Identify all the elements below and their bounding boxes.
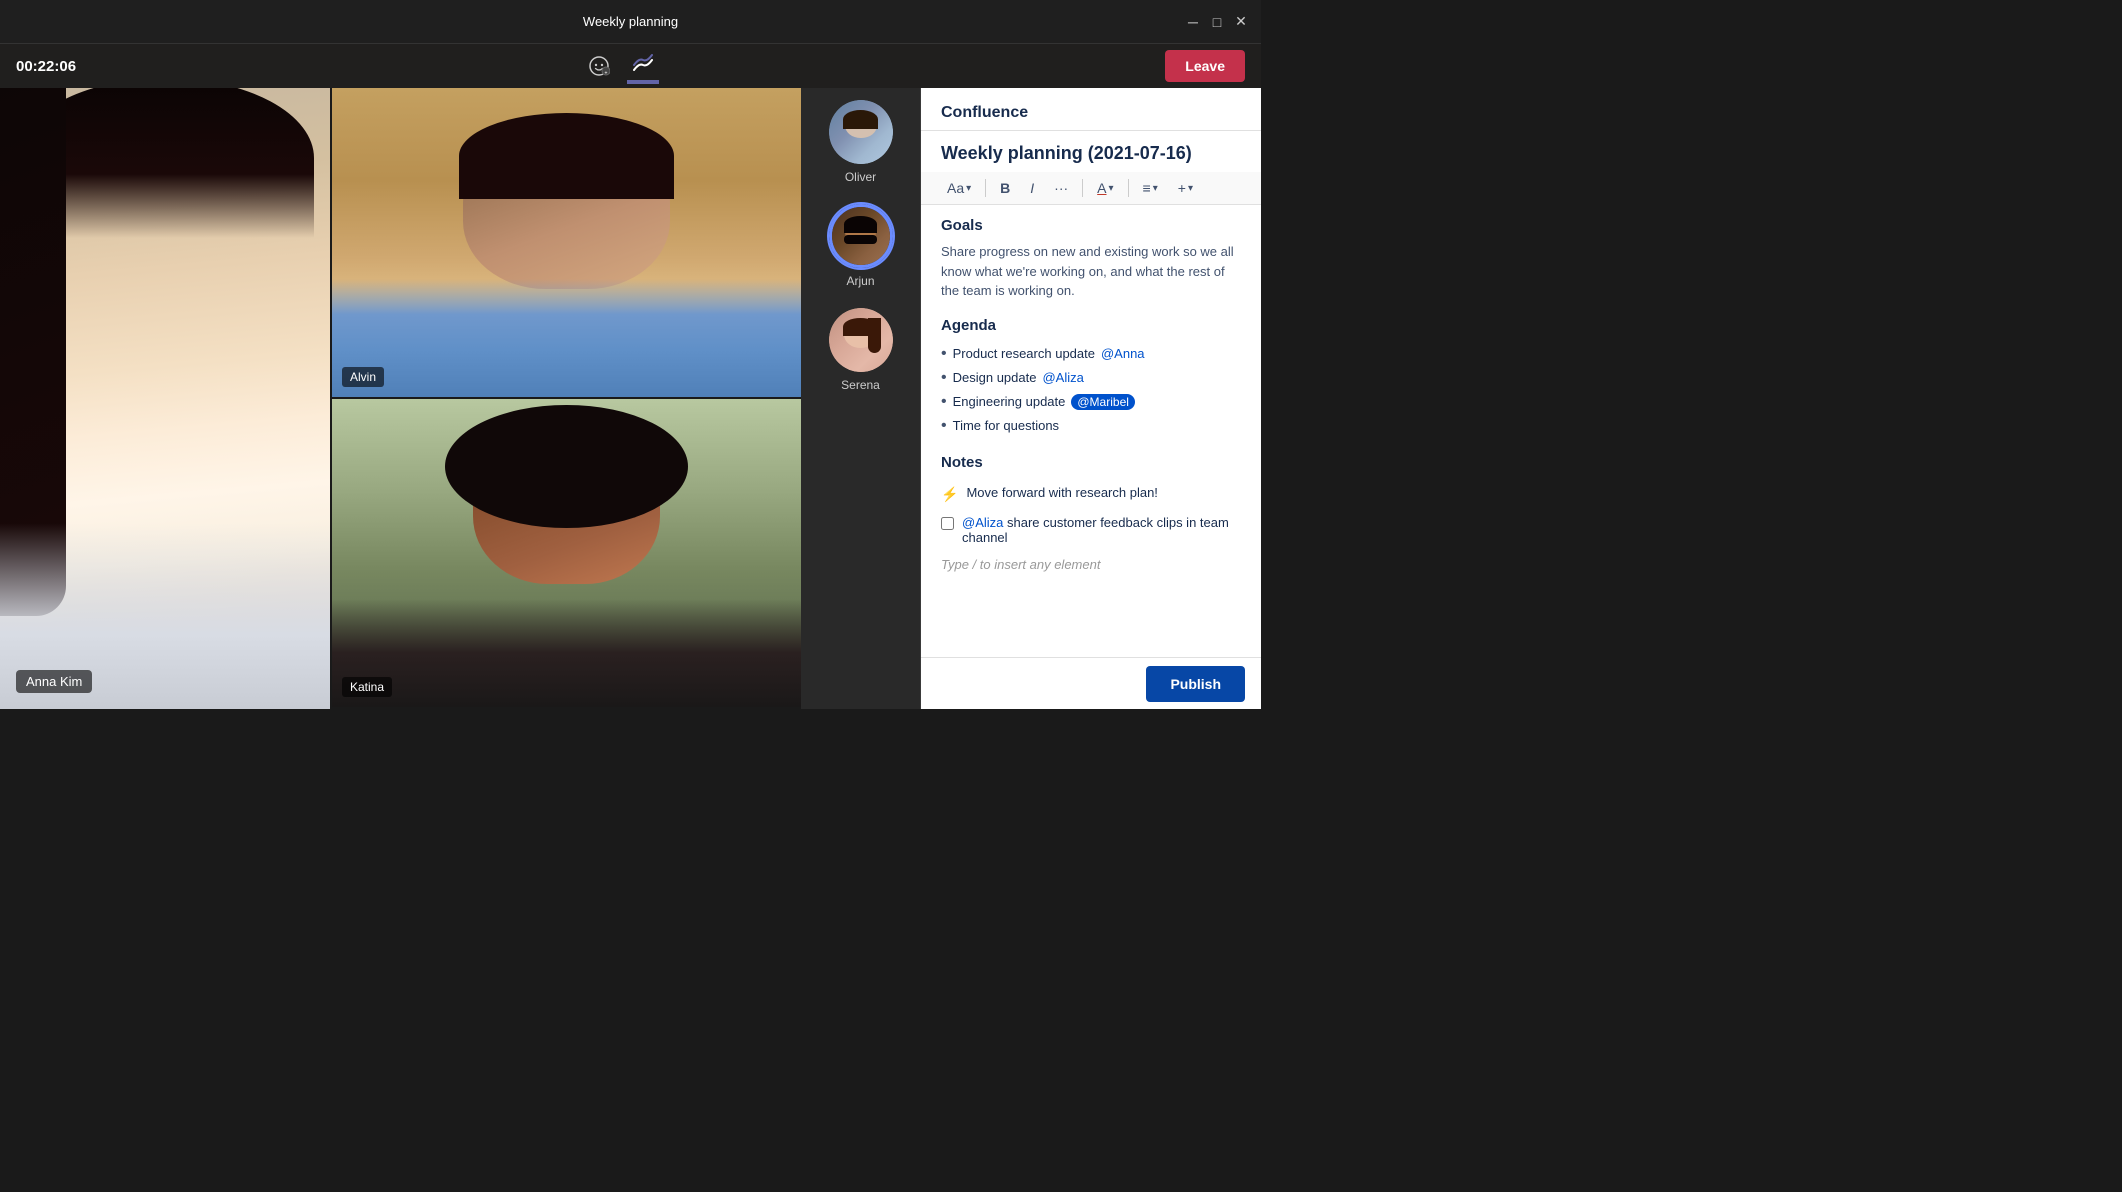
toolbar-divider-2	[1082, 179, 1083, 197]
type-placeholder[interactable]: Type / to insert any element	[941, 551, 1241, 578]
lightning-icon: ⚡	[941, 486, 958, 503]
agenda-list: Product research update @Anna Design upd…	[941, 342, 1241, 438]
avatar-serena	[829, 308, 893, 372]
window-controls: ─ □ ✕	[1185, 14, 1249, 30]
agenda-item-2: Design update @Aliza	[941, 366, 1241, 390]
italic-button[interactable]: I	[1024, 178, 1040, 198]
agenda-item-3-mention: @Maribel	[1071, 394, 1135, 410]
call-timer: 00:22:06	[16, 58, 76, 75]
insert-button[interactable]: + ▾	[1172, 178, 1199, 198]
toolbar-divider-3	[1128, 179, 1129, 197]
katina-name-tag: Katina	[342, 677, 392, 697]
svg-text:+: +	[604, 71, 607, 77]
font-size-button[interactable]: Aa ▾	[941, 178, 977, 198]
more-formatting-button[interactable]: ···	[1048, 178, 1074, 198]
confluence-bottom-bar: Publish	[921, 657, 1261, 709]
video-grid: Alvin Katina	[330, 88, 801, 709]
window-title: Weekly planning	[583, 14, 678, 29]
note-checkbox-2[interactable]	[941, 517, 954, 530]
anna-video: Anna Kim	[0, 88, 330, 709]
participants-sidebar: Oliver Arjun	[801, 88, 921, 709]
bold-button[interactable]: B	[994, 178, 1016, 198]
close-button[interactable]: ✕	[1233, 14, 1249, 30]
agenda-item-4: Time for questions	[941, 414, 1241, 438]
oliver-name: Oliver	[845, 170, 876, 184]
participant-serena: Serena	[829, 308, 893, 392]
agenda-item-3-text: Engineering update	[953, 394, 1066, 409]
note-item-1: ⚡ Move forward with research plan!	[941, 479, 1241, 509]
notes-title: Notes	[941, 454, 1241, 471]
top-bar: 00:22:06 + Leave	[0, 44, 1261, 88]
note-item-1-text: Move forward with research plan!	[966, 485, 1157, 500]
main-content: Anna Kim Alvin	[0, 88, 1261, 709]
maximize-button[interactable]: □	[1209, 14, 1225, 30]
serena-name: Serena	[841, 378, 880, 392]
agenda-item-1: Product research update @Anna	[941, 342, 1241, 366]
video-area: Anna Kim Alvin	[0, 88, 801, 709]
goals-title: Goals	[941, 217, 1241, 234]
participant-arjun: Arjun	[829, 204, 893, 288]
anna-name-tag: Anna Kim	[16, 670, 92, 693]
confluence-body: Goals Share progress on new and existing…	[921, 205, 1261, 657]
top-icons: +	[583, 50, 659, 82]
emoji-reactions-icon[interactable]: +	[583, 50, 615, 82]
publish-button[interactable]: Publish	[1146, 666, 1245, 702]
list-button[interactable]: ≡ ▾	[1137, 178, 1164, 198]
agenda-item-2-mention: @Aliza	[1042, 370, 1083, 385]
note-item-2: @Aliza share customer feedback clips in …	[941, 509, 1241, 551]
goals-text: Share progress on new and existing work …	[941, 242, 1241, 301]
agenda-item-1-mention: @Anna	[1101, 346, 1145, 361]
minimize-button[interactable]: ─	[1185, 14, 1201, 30]
confluence-panel: Confluence Weekly planning (2021-07-16) …	[921, 88, 1261, 709]
toolbar-divider-1	[985, 179, 986, 197]
agenda-item-2-text: Design update	[953, 370, 1037, 385]
agenda-item-4-text: Time for questions	[953, 418, 1059, 433]
participant-oliver: Oliver	[829, 100, 893, 184]
agenda-item-3: Engineering update @Maribel	[941, 390, 1241, 414]
avatar-oliver	[829, 100, 893, 164]
agenda-item-1-text: Product research update	[953, 346, 1095, 361]
katina-video: Katina	[330, 399, 801, 710]
avatar-arjun	[829, 204, 893, 268]
note-item-2-text: @Aliza share customer feedback clips in …	[962, 515, 1241, 545]
confluence-icon[interactable]	[627, 50, 659, 82]
confluence-doc-title: Weekly planning (2021-07-16)	[921, 131, 1261, 172]
title-bar: Weekly planning ─ □ ✕	[0, 0, 1261, 44]
agenda-title: Agenda	[941, 317, 1241, 334]
leave-button[interactable]: Leave	[1165, 50, 1245, 82]
alvin-video: Alvin	[330, 88, 801, 399]
confluence-toolbar: Aa ▾ B I ··· A ▾ ≡ ▾ + ▾	[921, 172, 1261, 205]
confluence-header: Confluence	[921, 88, 1261, 131]
text-color-button[interactable]: A ▾	[1091, 178, 1119, 198]
confluence-app-title: Confluence	[941, 104, 1028, 121]
alvin-name-tag: Alvin	[342, 367, 384, 387]
arjun-name: Arjun	[846, 274, 874, 288]
